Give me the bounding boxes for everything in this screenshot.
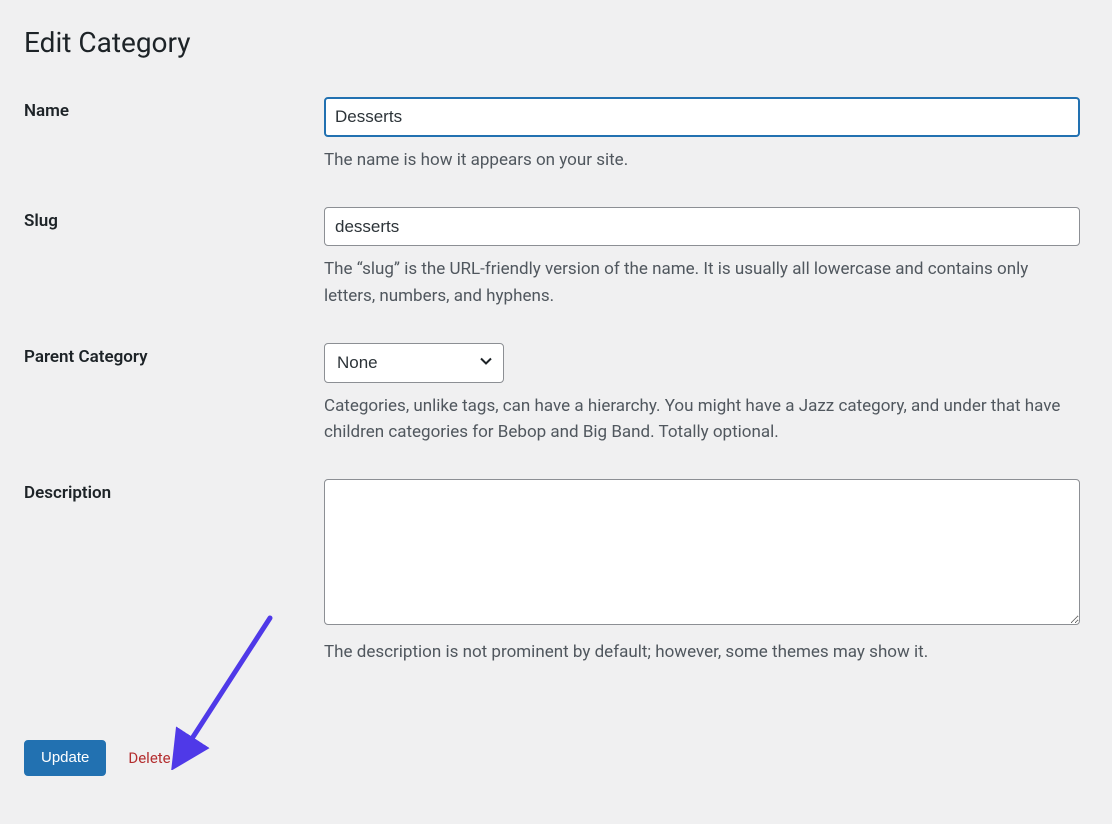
update-button[interactable]: Update (24, 740, 106, 776)
slug-label: Slug (24, 211, 58, 231)
slug-input[interactable] (324, 207, 1080, 247)
description-help: The description is not prominent by defa… (324, 639, 1074, 665)
name-label: Name (24, 101, 69, 121)
parent-category-label: Parent Category (24, 347, 148, 367)
slug-help: The “slug” is the URL-friendly version o… (324, 256, 1074, 309)
page-title: Edit Category (24, 26, 1088, 59)
name-help: The name is how it appears on your site. (324, 147, 1074, 173)
description-textarea[interactable] (324, 479, 1080, 625)
parent-category-help: Categories, unlike tags, can have a hier… (324, 393, 1074, 446)
description-label: Description (24, 483, 111, 503)
delete-link[interactable]: Delete (128, 749, 170, 767)
parent-category-select[interactable]: None (324, 343, 504, 383)
name-input[interactable] (324, 97, 1080, 137)
